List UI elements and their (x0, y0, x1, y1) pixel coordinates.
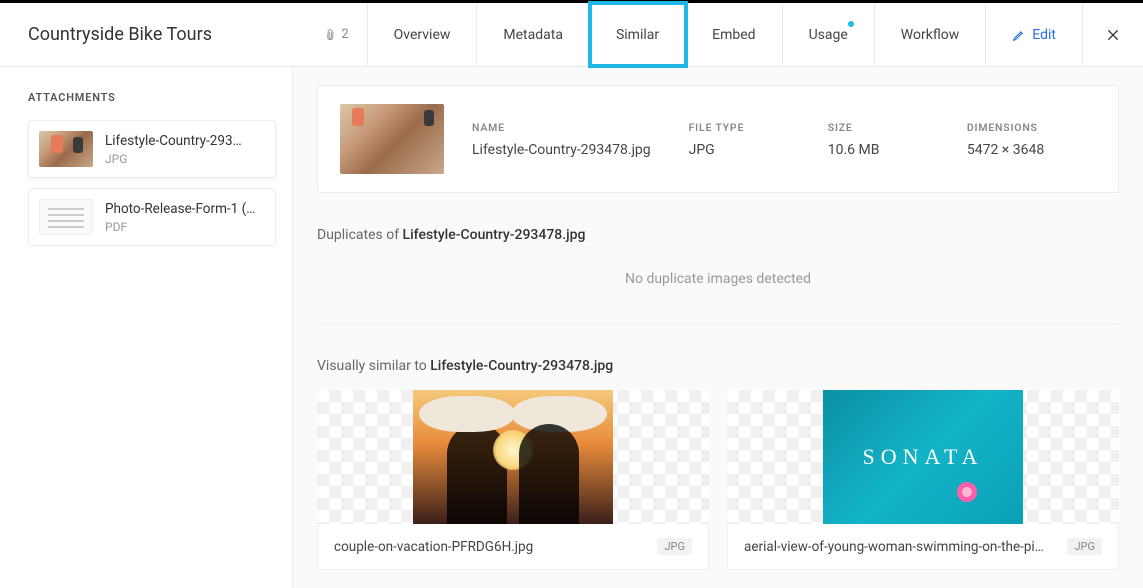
duplicates-prefix: Duplicates of (317, 227, 403, 243)
label-file-type: FILE TYPE (689, 121, 818, 134)
attachment-item[interactable]: Photo-Release-Form-1 (… PDF (28, 188, 276, 246)
tab-embed[interactable]: Embed (686, 3, 782, 66)
label-name: NAME (472, 121, 679, 134)
attachment-thumbnail (39, 199, 93, 235)
tab-workflow[interactable]: Workflow (875, 3, 987, 66)
attachment-count-value: 2 (341, 27, 348, 42)
similar-heading: Visually similar to Lifestyle-Country-29… (317, 358, 1119, 374)
similar-thumbnail: SONATA (823, 390, 1023, 524)
sidebar-heading: ATTACHMENTS (28, 91, 276, 104)
file-type-badge: JPG (657, 538, 692, 555)
tab-edit-label: Edit (1032, 27, 1056, 43)
similar-item-name: couple-on-vacation-PFRDG6H.jpg (334, 539, 533, 555)
tab-overview[interactable]: Overview (368, 3, 478, 66)
attachment-name: Lifestyle-Country-293… (105, 133, 265, 149)
close-button[interactable] (1083, 3, 1143, 66)
brand-overlay-text: SONATA (862, 444, 983, 470)
paperclip-icon (321, 25, 339, 43)
file-thumbnail (340, 104, 444, 174)
value-name: Lifestyle-Country-293478.jpg (472, 142, 679, 158)
notification-dot-icon (848, 21, 854, 27)
attachment-count: 2 (306, 3, 366, 66)
tab-metadata[interactable]: Metadata (477, 3, 590, 66)
similar-filename: Lifestyle-Country-293478.jpg (430, 358, 613, 374)
pencil-icon (1012, 28, 1026, 42)
file-type-badge: JPG (1067, 538, 1102, 555)
similar-item-name: aerial-view-of-young-woman-swimming-on-t… (744, 539, 1044, 555)
label-dimensions: DIMENSIONS (967, 121, 1096, 134)
top-bar: Countryside Bike Tours 2 Overview Metada… (0, 3, 1143, 67)
attachment-item[interactable]: Lifestyle-Country-293… JPG (28, 120, 276, 178)
tab-usage[interactable]: Usage (783, 3, 875, 66)
attachment-thumbnail (39, 131, 93, 167)
tab-edit[interactable]: Edit (986, 3, 1083, 66)
duplicates-filename: Lifestyle-Country-293478.jpg (403, 227, 586, 243)
similar-item[interactable]: couple-on-vacation-PFRDG6H.jpg JPG (317, 390, 709, 570)
attachment-type: PDF (105, 220, 265, 234)
tab-bar: Overview Metadata Similar Embed Usage Wo… (367, 3, 1083, 66)
attachment-name: Photo-Release-Form-1 (… (105, 201, 265, 217)
close-icon (1105, 27, 1121, 43)
tab-similar[interactable]: Similar (590, 3, 686, 66)
similar-thumbnail-wrap (317, 390, 709, 524)
similar-item[interactable]: SONATA aerial-view-of-young-woman-swimmi… (727, 390, 1119, 570)
label-size: SIZE (828, 121, 957, 134)
value-size: 10.6 MB (828, 142, 957, 158)
page-title: Countryside Bike Tours (0, 3, 306, 66)
file-summary-card: NAME Lifestyle-Country-293478.jpg FILE T… (317, 85, 1119, 193)
value-file-type: JPG (689, 142, 818, 158)
tab-usage-label: Usage (809, 27, 848, 43)
main-content: NAME Lifestyle-Country-293478.jpg FILE T… (293, 67, 1143, 588)
sidebar: ATTACHMENTS Lifestyle-Country-293… JPG P… (0, 67, 293, 588)
duplicates-heading: Duplicates of Lifestyle-Country-293478.j… (317, 227, 1119, 243)
similar-prefix: Visually similar to (317, 358, 430, 374)
attachment-type: JPG (105, 152, 265, 166)
similar-thumbnail (413, 390, 613, 524)
similar-thumbnail-wrap: SONATA (727, 390, 1119, 524)
value-dimensions: 5472 × 3648 (967, 142, 1096, 158)
duplicates-empty-message: No duplicate images detected (317, 243, 1119, 324)
